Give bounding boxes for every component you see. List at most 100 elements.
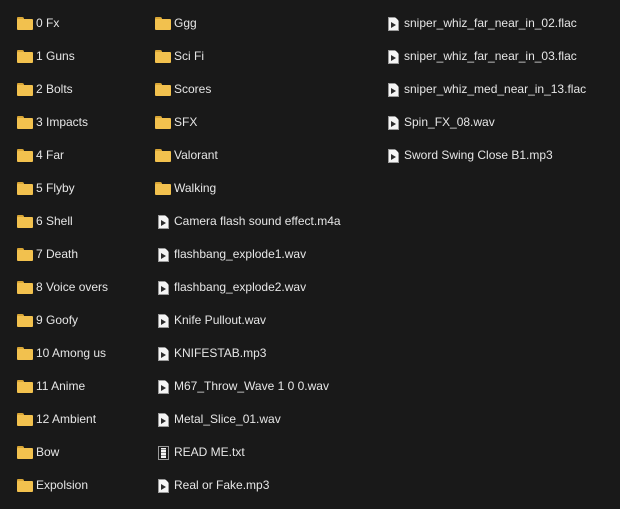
media-file-icon [388,49,399,64]
media-file-icon [388,82,399,97]
item-label: 11 Anime [36,379,86,393]
item-label: 4 Far [36,148,65,162]
folder-icon [17,478,33,492]
folder-icon [17,247,33,261]
file-item[interactable]: Knife Pullout.wav [155,304,380,337]
item-label: 6 Shell [36,214,73,228]
file-item[interactable]: sniper_whiz_med_near_in_13.flac [385,73,615,106]
folder-item[interactable]: 5 Flyby [17,172,147,205]
folder-item[interactable]: Bow [17,436,147,469]
folder-icon [17,82,33,96]
item-label: Valorant [174,148,218,162]
item-label: Spin_FX_08.wav [404,115,495,129]
item-label: SFX [174,115,198,129]
file-column-3: sniper_whiz_far_near_in_02.flac sniper_wh… [385,7,615,172]
file-item[interactable]: sniper_whiz_far_near_in_03.flac [385,40,615,73]
file-item[interactable]: Sword Swing Close B1.mp3 [385,139,615,172]
folder-item[interactable]: 8 Voice overs [17,271,147,304]
item-label: 2 Bolts [36,82,73,96]
item-label: flashbang_explode1.wav [174,247,307,261]
folder-item[interactable]: 0 Fx [17,7,147,40]
folder-icon [155,49,171,63]
media-file-icon [158,313,169,328]
folder-icon [17,313,33,327]
file-item[interactable]: Metal_Slice_01.wav [155,403,380,436]
folder-icon [155,82,171,96]
folder-item[interactable]: 11 Anime [17,370,147,403]
folder-item[interactable]: Scores [155,73,380,106]
item-label: sniper_whiz_far_near_in_03.flac [404,49,577,63]
item-label: 9 Goofy [36,313,79,327]
folder-icon [17,280,33,294]
media-file-icon [158,346,169,361]
item-label: M67_Throw_Wave 1 0 0.wav [174,379,329,393]
item-label: sniper_whiz_far_near_in_02.flac [404,16,577,30]
file-item[interactable]: KNIFESTAB.mp3 [155,337,380,370]
folder-item[interactable]: 10 Among us [17,337,147,370]
item-label: KNIFESTAB.mp3 [174,346,267,360]
media-file-icon [158,379,169,394]
folder-item[interactable]: 6 Shell [17,205,147,238]
item-label: Bow [36,445,60,459]
folder-item[interactable]: 1 Guns [17,40,147,73]
media-file-icon [158,214,169,229]
media-file-icon [158,280,169,295]
folder-icon [155,16,171,30]
item-label: Ggg [174,16,197,30]
item-label: 3 Impacts [36,115,89,129]
item-label: 7 Death [36,247,79,261]
folder-item[interactable]: Expolsion [17,469,147,502]
file-item[interactable]: Real or Fake.mp3 [155,469,380,502]
file-column-2: Ggg Sci Fi Scores SFX Valorant Walking Camera … [155,7,380,502]
folder-item[interactable]: Walking [155,172,380,205]
folder-icon [17,379,33,393]
text-file-icon [158,445,169,460]
folder-icon [17,346,33,360]
file-item[interactable]: M67_Throw_Wave 1 0 0.wav [155,370,380,403]
item-label: Sword Swing Close B1.mp3 [404,148,553,162]
folder-item[interactable]: 7 Death [17,238,147,271]
folder-icon [155,181,171,195]
folder-icon [17,49,33,63]
folder-item[interactable]: 2 Bolts [17,73,147,106]
item-label: Sci Fi [174,49,204,63]
item-label: Camera flash sound effect.m4a [174,214,341,228]
folder-item[interactable]: Sci Fi [155,40,380,73]
media-file-icon [158,247,169,262]
media-file-icon [388,148,399,163]
folder-icon [17,445,33,459]
item-label: Real or Fake.mp3 [174,478,270,492]
folder-item[interactable]: 3 Impacts [17,106,147,139]
item-label: sniper_whiz_med_near_in_13.flac [404,82,587,96]
folder-item[interactable]: 9 Goofy [17,304,147,337]
folder-item[interactable]: 4 Far [17,139,147,172]
folder-icon [155,115,171,129]
folder-icon [17,115,33,129]
file-item[interactable]: sniper_whiz_far_near_in_02.flac [385,7,615,40]
folder-icon [17,148,33,162]
media-file-icon [388,16,399,31]
media-file-icon [158,412,169,427]
folder-icon [155,148,171,162]
folder-item[interactable]: 12 Ambient [17,403,147,436]
folder-item[interactable]: Valorant [155,139,380,172]
folder-icon [17,214,33,228]
media-file-icon [158,478,169,493]
file-item[interactable]: Spin_FX_08.wav [385,106,615,139]
file-list-pane: 0 Fx 1 Guns 2 Bolts 3 Impacts 4 Far 5 Flyby 6 … [0,0,620,509]
folder-icon [17,412,33,426]
item-label: 0 Fx [36,16,60,30]
folder-item[interactable]: SFX [155,106,380,139]
item-label: Metal_Slice_01.wav [174,412,281,426]
file-item[interactable]: READ ME.txt [155,436,380,469]
item-label: 5 Flyby [36,181,75,195]
item-label: 12 Ambient [36,412,97,426]
file-item[interactable]: flashbang_explode2.wav [155,271,380,304]
item-label: 1 Guns [36,49,75,63]
folder-item[interactable]: Ggg [155,7,380,40]
file-item[interactable]: flashbang_explode1.wav [155,238,380,271]
item-label: READ ME.txt [174,445,245,459]
item-label: Knife Pullout.wav [174,313,267,327]
item-label: 8 Voice overs [36,280,109,294]
file-item[interactable]: Camera flash sound effect.m4a [155,205,380,238]
